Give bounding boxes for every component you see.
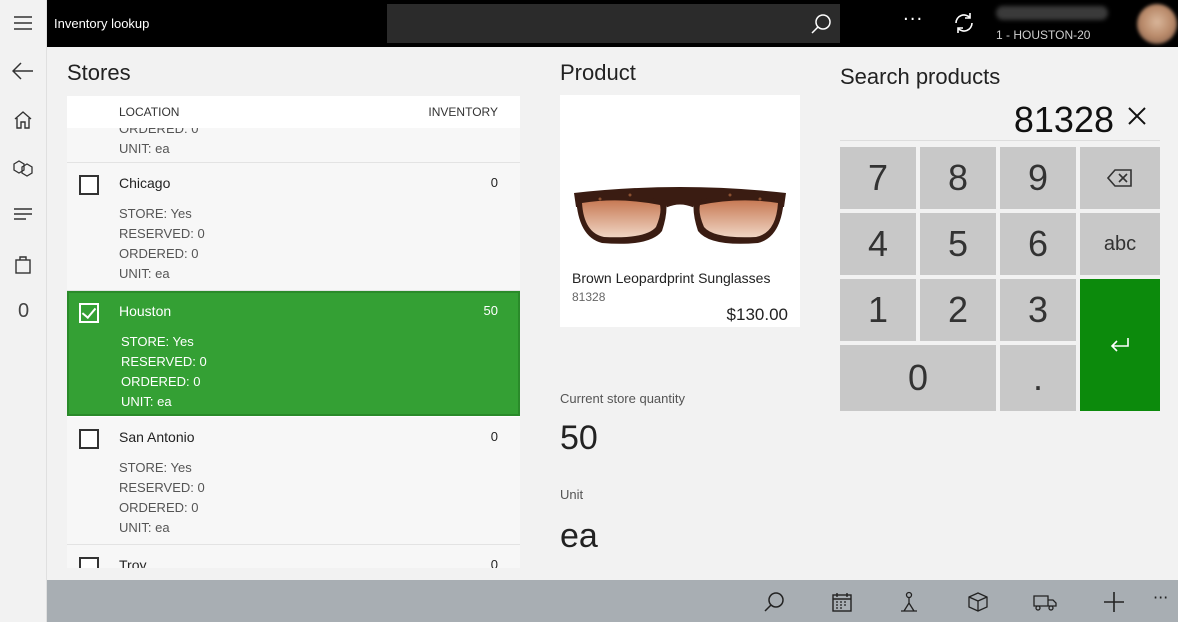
unit-value: ea bbox=[560, 517, 598, 555]
backspace-key[interactable] bbox=[1080, 147, 1160, 209]
abc-key[interactable]: abc bbox=[1080, 213, 1160, 275]
avatar[interactable] bbox=[1137, 4, 1177, 44]
row-checkbox[interactable] bbox=[79, 557, 99, 568]
column-location: LOCATION bbox=[119, 105, 180, 119]
current-store-quantity-value: 50 bbox=[560, 419, 598, 457]
store-row-san-antonio[interactable]: San Antonio 0 STORE: Yes RESERVED: 0 ORD… bbox=[67, 417, 520, 545]
numpad-entry-field[interactable]: 81328 bbox=[840, 97, 1160, 141]
row-checkbox[interactable] bbox=[79, 175, 99, 195]
store-name: Chicago bbox=[119, 175, 171, 191]
key-1[interactable]: 1 bbox=[840, 279, 916, 341]
row-checkbox-checked[interactable] bbox=[79, 303, 99, 323]
app-title: Inventory lookup bbox=[54, 16, 150, 31]
stores-list-header: LOCATION INVENTORY bbox=[67, 96, 520, 128]
unit-detail: UNIT: ea bbox=[119, 266, 170, 281]
nav-rail: 0 bbox=[0, 0, 47, 622]
store-row-troy[interactable]: Troy 0 bbox=[67, 545, 520, 568]
store-name: Troy bbox=[119, 557, 147, 568]
store-name: Houston bbox=[119, 303, 172, 319]
search-products-heading: Search products bbox=[840, 64, 1001, 89]
store-row-houston[interactable]: Houston 50 STORE: Yes RESERVED: 0 ORDERE… bbox=[67, 291, 520, 416]
reserved-detail: RESERVED: 0 bbox=[121, 354, 207, 369]
products-icon[interactable] bbox=[11, 156, 35, 180]
product-heading: Product bbox=[560, 60, 636, 85]
store-inventory: 0 bbox=[490, 429, 498, 444]
user-name-blurred bbox=[996, 6, 1108, 20]
search-icon[interactable] bbox=[763, 591, 785, 613]
key-6[interactable]: 6 bbox=[1000, 213, 1076, 275]
product-name: Brown Leopardprint Sunglasses bbox=[572, 270, 771, 286]
refresh-icon[interactable] bbox=[952, 11, 976, 35]
column-inventory: INVENTORY bbox=[428, 105, 498, 119]
enter-key[interactable] bbox=[1080, 279, 1160, 411]
bag-icon[interactable] bbox=[11, 252, 35, 276]
store-row-chicago[interactable]: Chicago 0 STORE: Yes RESERVED: 0 ORDERED… bbox=[67, 163, 520, 291]
unit-detail: UNIT: ea bbox=[119, 141, 170, 156]
store-inventory: 50 bbox=[483, 303, 498, 318]
package-icon[interactable] bbox=[967, 591, 989, 613]
enter-icon bbox=[1110, 338, 1129, 352]
key-decimal[interactable]: . bbox=[1000, 345, 1076, 411]
key-8[interactable]: 8 bbox=[920, 147, 996, 209]
search-icon[interactable] bbox=[810, 13, 832, 35]
home-icon[interactable] bbox=[11, 108, 35, 132]
key-3[interactable]: 3 bbox=[1000, 279, 1076, 341]
store-detail: STORE: Yes bbox=[119, 460, 192, 475]
row-checkbox[interactable] bbox=[79, 429, 99, 449]
list-icon[interactable] bbox=[11, 203, 35, 227]
stores-list[interactable]: LOCATION INVENTORY ORDERED: 0 UNIT: ea C… bbox=[67, 96, 520, 568]
cart-count[interactable]: 0 bbox=[0, 300, 47, 323]
unit-label: Unit bbox=[560, 487, 584, 502]
key-2[interactable]: 2 bbox=[920, 279, 996, 341]
key-0[interactable]: 0 bbox=[840, 345, 996, 411]
backspace-icon bbox=[1107, 169, 1132, 187]
product-id: 81328 bbox=[572, 290, 606, 304]
more-options-button[interactable]: ··· bbox=[903, 9, 923, 30]
store-detail: STORE: Yes bbox=[119, 206, 192, 221]
pickup-icon[interactable] bbox=[898, 591, 920, 613]
product-card[interactable]: Brown Leopardprint Sunglasses 81328 $130… bbox=[560, 95, 800, 327]
reserved-detail: RESERVED: 0 bbox=[119, 480, 205, 495]
stores-heading: Stores bbox=[67, 60, 131, 85]
top-bar: Inventory lookup ··· 1 - HOUSTON-20 bbox=[47, 0, 1178, 47]
unit-detail: UNIT: ea bbox=[119, 520, 170, 535]
search-input[interactable] bbox=[387, 4, 797, 43]
hamburger-menu-icon[interactable] bbox=[11, 11, 35, 35]
back-arrow-icon[interactable] bbox=[11, 59, 35, 83]
ordered-detail: ORDERED: 0 bbox=[119, 500, 199, 515]
more-options-button[interactable]: ··· bbox=[1153, 588, 1168, 607]
key-9[interactable]: 9 bbox=[1000, 147, 1076, 209]
bottom-app-bar: ··· bbox=[47, 580, 1178, 622]
store-inventory: 0 bbox=[490, 175, 498, 190]
ordered-detail: ORDERED: 0 bbox=[121, 374, 201, 389]
user-store: 1 - HOUSTON-20 bbox=[996, 28, 1091, 42]
add-icon[interactable] bbox=[1103, 591, 1125, 613]
store-detail: STORE: Yes bbox=[121, 334, 194, 349]
close-icon[interactable] bbox=[1126, 105, 1148, 127]
calendar-icon[interactable] bbox=[831, 591, 853, 613]
numpad-entry-value: 81328 bbox=[1013, 99, 1114, 140]
key-5[interactable]: 5 bbox=[920, 213, 996, 275]
current-store-quantity-label: Current store quantity bbox=[560, 391, 686, 406]
search-box[interactable] bbox=[387, 4, 840, 43]
store-inventory: 0 bbox=[490, 557, 498, 568]
main-content: Stores LOCATION INVENTORY ORDERED: 0 UNI… bbox=[47, 47, 1178, 580]
ordered-detail: ORDERED: 0 bbox=[119, 246, 199, 261]
key-7[interactable]: 7 bbox=[840, 147, 916, 209]
store-name: San Antonio bbox=[119, 429, 195, 445]
unit-detail: UNIT: ea bbox=[121, 394, 172, 409]
product-price: $130.00 bbox=[726, 305, 788, 324]
sunglasses-image bbox=[570, 175, 790, 265]
reserved-detail: RESERVED: 0 bbox=[119, 226, 205, 241]
key-4[interactable]: 4 bbox=[840, 213, 916, 275]
delivery-truck-icon[interactable] bbox=[1033, 591, 1057, 613]
